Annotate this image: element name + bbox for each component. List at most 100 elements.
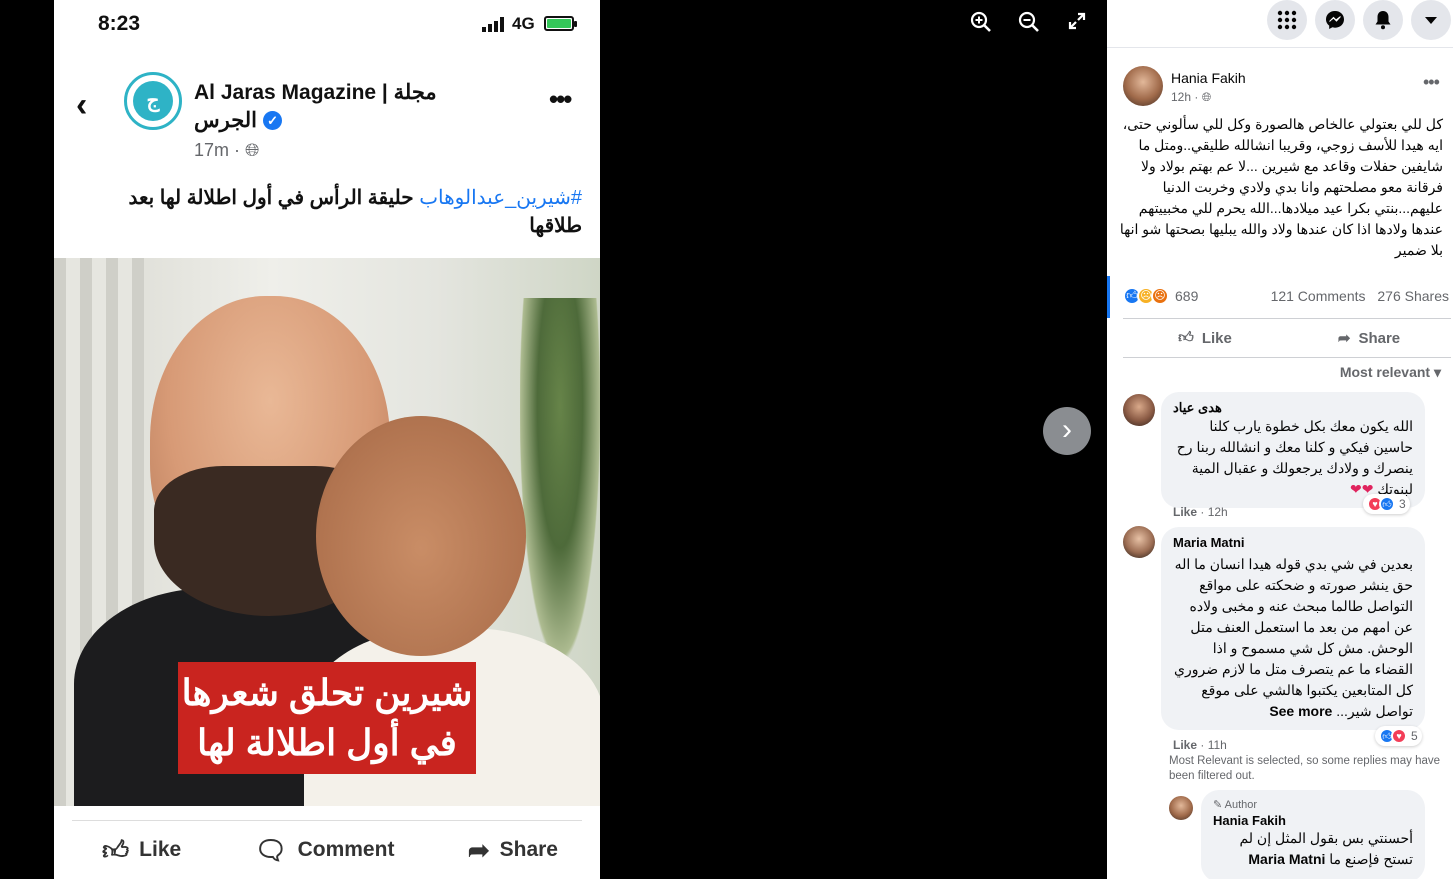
phone-post-caption: #شيرين_عبدالوهاب حليقة الرأس في أول اطلا… <box>110 184 582 240</box>
battery-icon <box>544 16 577 31</box>
photo-woman-head <box>316 416 526 656</box>
pencil-icon: ✎ <box>1213 799 1223 811</box>
post-text: كل للي بعتولي عالخاص هالصورة وكل للي سأل… <box>1119 116 1443 258</box>
comment-text: بعدين في شي بدي قوله هيدا انسان ما اله ح… <box>1173 554 1413 722</box>
phone-post-time: 17m · 🌐︎ <box>194 140 259 161</box>
reaction-summary[interactable]: 👍︎ ☹ ☹ 689 <box>1123 284 1198 308</box>
phone-like-label: Like <box>139 838 182 861</box>
photo-plant <box>520 298 600 658</box>
zoom-out-icon[interactable] <box>1014 10 1044 40</box>
phone-post-header: ‹ ج Al Jaras Magazine | مجلة الجرس ✓ 17m … <box>54 70 600 160</box>
zoom-in-icon[interactable] <box>966 10 996 40</box>
mention-link[interactable]: Maria Matni <box>1248 851 1325 867</box>
commenter-avatar[interactable] <box>1123 394 1155 426</box>
back-arrow-icon: ‹ <box>76 86 88 124</box>
post-actions: 👍︎ Like ➦ Share <box>1123 318 1451 358</box>
share-button[interactable]: ➦ Share <box>1287 319 1451 357</box>
like-button[interactable]: 👍︎ Like <box>1123 319 1287 357</box>
phone-share-label: Share <box>499 838 558 861</box>
account-dropdown-icon[interactable] <box>1411 0 1451 40</box>
reply-bubble: ✎ Author Hania Fakih أحسنتي بس بقول المث… <box>1201 790 1425 879</box>
notifications-icon[interactable] <box>1363 0 1403 40</box>
menu-grid-icon[interactable] <box>1267 0 1307 40</box>
caption-hashtag: #شيرين_عبدالوهاب <box>419 187 582 209</box>
verified-badge-icon: ✓ <box>263 111 283 130</box>
page-logo: ج <box>124 72 182 130</box>
author-badge: ✎ Author <box>1213 798 1413 811</box>
angry-reaction-icon: ☹ <box>1151 287 1169 305</box>
author-name[interactable]: Hania Fakih <box>1171 70 1246 86</box>
post-time-text: 12h · <box>1171 90 1202 104</box>
comment-text: الله يكون معك بكل خطوة يارب كلنا حاسين ف… <box>1173 416 1413 500</box>
overlay-line-1: شيرين تحلق شعرها <box>181 672 473 713</box>
phone-post-time-text: 17m · <box>194 140 246 160</box>
comment-time[interactable]: 11h <box>1208 738 1227 752</box>
messenger-icon[interactable] <box>1315 0 1355 40</box>
focus-indicator <box>1107 276 1110 318</box>
photo-overlay-caption: شيرين تحلق شعرها في أول اطلالة لها <box>178 662 476 774</box>
page-logo-mark: ج <box>133 81 173 121</box>
sort-label: Most relevant <box>1339 364 1431 380</box>
love-reaction-icon: ♥ <box>1391 728 1407 744</box>
share-label: Share <box>1358 329 1401 347</box>
phone-comment: 🗨︎ Comment <box>255 835 395 866</box>
commenter-name[interactable]: هدى عياد <box>1173 400 1413 416</box>
phone-like: 👍︎ Like <box>102 835 181 866</box>
see-more-link[interactable]: See more <box>1269 703 1332 719</box>
comment-bubble: Maria Matni بعدين في شي بدي قوله هيدا ان… <box>1161 527 1425 730</box>
commenter-name[interactable]: Maria Matni <box>1173 535 1413 550</box>
post-image[interactable]: 8:23 4G ‹ ج Al Jaras Magazine | مجلة الج… <box>54 0 600 879</box>
chevron-right-icon: › <box>1062 413 1072 446</box>
like-reaction-icon: 👍︎ <box>1379 496 1395 512</box>
reply-avatar[interactable] <box>1169 796 1193 820</box>
top-bar <box>1107 0 1453 48</box>
globe-icon: 🌐︎ <box>245 140 260 160</box>
comment-reactions[interactable]: 👍︎ ♥ 5 <box>1375 726 1422 746</box>
globe-icon: 🌐︎ <box>1201 90 1212 104</box>
post-stats: 121 Comments 276 Shares <box>1263 288 1449 304</box>
embedded-photo: شيرين تحلق شعرها في أول اطلالة لها <box>54 258 600 806</box>
filter-note: Most Relevant is selected, so some repli… <box>1169 755 1441 782</box>
comment-text-body: الله يكون معك بكل خطوة يارب كلنا حاسين ف… <box>1176 418 1413 497</box>
share-arrow-icon: ➦ <box>1337 330 1351 347</box>
commenter-avatar[interactable] <box>1123 526 1155 558</box>
chevron-down-icon: ▾ <box>1433 364 1441 380</box>
fullscreen-icon[interactable] <box>1062 10 1092 40</box>
phone-clock: 8:23 <box>98 12 141 35</box>
phone-comment-label: Comment <box>297 838 395 861</box>
phone-post-actions: 👍︎ Like 🗨︎ Comment ➦ Share <box>72 820 582 879</box>
next-photo-button[interactable]: › <box>1043 407 1091 455</box>
shares-count[interactable]: 276 Shares <box>1377 288 1449 304</box>
comment-time[interactable]: 12h <box>1208 505 1228 519</box>
comments-count[interactable]: 121 Comments <box>1271 288 1366 304</box>
comment-sort-dropdown[interactable]: Most relevant ▾ <box>1340 364 1441 381</box>
comment-icon: 🗨︎ <box>254 834 288 865</box>
photo-viewer: 8:23 4G ‹ ج Al Jaras Magazine | مجلة الج… <box>0 0 1107 879</box>
author-avatar[interactable] <box>1123 66 1163 106</box>
thumbs-up-icon: 👍︎ <box>1178 329 1194 346</box>
comment-reaction-count: 3 <box>1399 497 1406 511</box>
phone-share: ➦ Share <box>468 835 558 866</box>
author-badge-label: Author <box>1224 799 1258 811</box>
overlay-line-2: في أول اطلالة لها <box>197 722 457 763</box>
reply-text: أحسنتي بس بقول المثل إن لم تستح فإصنع ما… <box>1213 828 1413 870</box>
like-label: Like <box>1201 329 1232 347</box>
post-options-icon[interactable]: ••• <box>1423 72 1440 93</box>
network-label: 4G <box>512 14 535 33</box>
post-timestamp: 12h · 🌐︎ <box>1171 90 1211 105</box>
page-name-arabic: الجرس <box>194 109 258 132</box>
more-options-icon: ••• <box>549 84 572 114</box>
comment-reaction-count: 5 <box>1411 729 1418 743</box>
share-arrow-icon: ➦ <box>467 834 490 865</box>
phone-status-bar: 8:23 4G <box>54 10 600 40</box>
comment-meta: Like · 11h <box>1173 738 1227 752</box>
post-detail-panel: Hania Fakih 12h · 🌐︎ ••• كل للي بعتولي ع… <box>1107 0 1453 879</box>
comment-like-link[interactable]: Like <box>1173 505 1197 519</box>
thumbs-up-icon: 👍︎ <box>102 834 130 865</box>
reply-author-name[interactable]: Hania Fakih <box>1213 813 1413 828</box>
signal-icon <box>482 16 504 32</box>
comment-like-link[interactable]: Like <box>1173 738 1197 752</box>
comment-bubble: هدى عياد الله يكون معك بكل خطوة يارب كلن… <box>1161 392 1425 508</box>
comment-reactions[interactable]: ♥ 👍︎ 3 <box>1363 494 1410 514</box>
comment-text-body: بعدين في شي بدي قوله هيدا انسان ما اله ح… <box>1174 556 1413 719</box>
